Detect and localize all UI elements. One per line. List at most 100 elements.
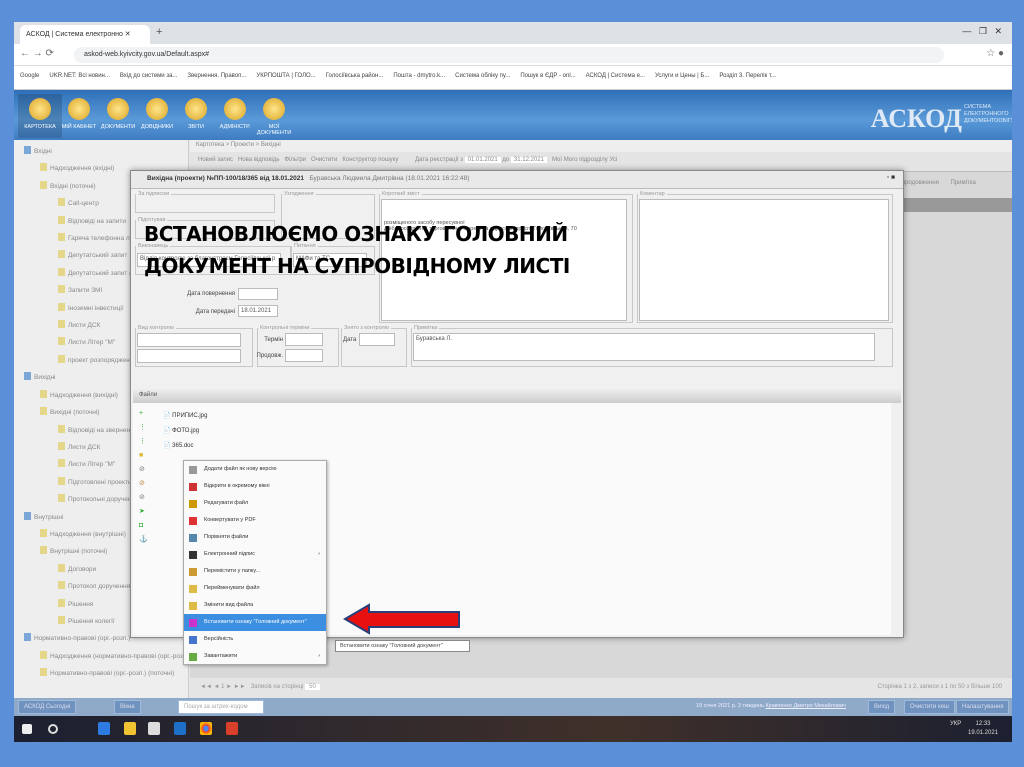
file-item[interactable]: 📄 365.doc xyxy=(163,439,207,454)
tray-lang[interactable]: УКР xyxy=(950,720,961,729)
exit-button[interactable]: Вихід xyxy=(868,700,896,714)
nav-button[interactable]: ДОКУМЕНТИ xyxy=(96,94,140,138)
note-textarea[interactable]: Буравська Л. xyxy=(413,333,875,361)
tray-clock[interactable]: 12:33 19.01.2021 xyxy=(968,720,998,738)
control-type-input[interactable] xyxy=(137,333,241,347)
context-menu-item[interactable]: Відкрити в окремому вікні xyxy=(184,478,326,495)
bookmark-item[interactable]: Звернення. Правоп... xyxy=(187,73,246,82)
windows-button[interactable]: Вікна xyxy=(114,700,141,714)
nav-button[interactable]: КАРТОТЕКА xyxy=(18,94,62,138)
bookmark-item[interactable]: Голосіївська район... xyxy=(326,73,384,82)
nav-button[interactable]: МОЇ ДОКУМЕНТИ xyxy=(252,94,296,138)
askod-today-button[interactable]: АСКОД Сьогодні xyxy=(18,700,77,714)
control-type-input-2[interactable] xyxy=(137,349,241,363)
folder-icon xyxy=(58,476,65,485)
context-menu-item[interactable]: Версійність xyxy=(184,631,326,648)
radio-my-department[interactable]: Мого підрозділу xyxy=(564,157,608,163)
bookmark-item[interactable]: УКРПОШТА | ГОЛО... xyxy=(256,73,315,82)
nav-button[interactable]: МІЙ КАБІНЕТ xyxy=(57,94,101,138)
file-toolbar-icons[interactable]: + ⋮ ⋮ ■ ⊘ ⊘ ⊘ ➤ ◘ ⚓ xyxy=(139,407,148,547)
bookmark-item[interactable]: Система обліку пу... xyxy=(455,73,510,82)
bookmark-item[interactable]: Вхід до системи за... xyxy=(120,73,178,82)
radio-mine[interactable]: Мої xyxy=(552,157,562,163)
file-item[interactable]: 📄 ФОТО.jpg xyxy=(163,424,207,439)
bookmark-item[interactable]: Пошта - dmytro.k... xyxy=(393,73,445,82)
term-input[interactable] xyxy=(285,333,323,346)
dialog-close-icon[interactable]: ▫ ■ xyxy=(887,174,895,181)
menu-item-icon xyxy=(189,551,197,559)
profile-icon[interactable]: ☆ ● xyxy=(986,48,1004,59)
nav-label: АДМІНІСТР. xyxy=(219,124,251,130)
chrome-icon[interactable] xyxy=(200,722,212,735)
new-reply-button[interactable]: Нова відповідь xyxy=(238,157,280,163)
new-tab-icon[interactable]: + xyxy=(156,26,162,38)
menu-item-label: Додати файл як нову версію xyxy=(204,466,277,472)
column-header[interactable]: Примітка xyxy=(951,180,976,186)
menu-item-label: Завантажити xyxy=(204,653,238,659)
bookmark-item[interactable]: Google xyxy=(20,73,39,82)
per-page-select[interactable]: 50 xyxy=(305,684,320,690)
extend-input[interactable] xyxy=(285,349,323,362)
nav-icon xyxy=(107,98,129,120)
context-menu-item[interactable]: Додати файл як нову версію xyxy=(184,461,326,478)
tree-item-label: Надходження (вихідні) xyxy=(50,391,118,399)
outlook-icon[interactable] xyxy=(174,722,186,735)
comment-textarea[interactable] xyxy=(639,199,889,321)
red-arrow-annotation xyxy=(343,603,460,635)
status-info: 19 січня 2021 р. 3 тиждень Кравченко Дми… xyxy=(696,703,846,709)
bookmark-item[interactable]: UKR.NET: Всі новин... xyxy=(49,73,110,82)
context-menu-item[interactable]: Перейменувати файл xyxy=(184,580,326,597)
file-explorer-icon[interactable] xyxy=(124,722,136,735)
start-icon[interactable] xyxy=(22,724,32,734)
new-record-button[interactable]: Новий запис xyxy=(198,157,233,163)
breadcrumb: Картотека > Проекти > Вихідні xyxy=(190,140,1012,152)
store-icon[interactable] xyxy=(148,722,160,735)
context-menu-item[interactable]: Електронний підпис › xyxy=(184,546,326,563)
tree-item[interactable]: Вхідні xyxy=(18,143,184,160)
user-link[interactable]: Кравченко Дмитро Михайлович xyxy=(765,703,845,709)
folder-icon xyxy=(58,494,65,503)
folder-icon xyxy=(40,650,47,659)
search-builder-button[interactable]: Конструктор пошуку xyxy=(342,157,398,163)
settings-button[interactable]: Налаштування xyxy=(956,700,1010,714)
page-number[interactable]: 1 xyxy=(221,684,224,690)
radio-all[interactable]: Усі xyxy=(609,157,617,163)
barcode-search-input[interactable]: Пошук за штрих-кодом xyxy=(178,700,264,714)
context-menu-item[interactable]: Завантажити › xyxy=(184,648,326,665)
powerpoint-icon[interactable] xyxy=(226,722,238,735)
removed-date-input[interactable] xyxy=(359,333,395,346)
tree-item[interactable]: Надходження (нормативно-правові (орг.-ро… xyxy=(18,648,184,665)
screenshot: АСКОД | Система електронно ✕ + — ❐ ✕ ← →… xyxy=(14,22,1012,742)
menu-item-label: Версійність xyxy=(204,636,234,642)
bookmark-item[interactable]: Пошук в ЄДР - onl... xyxy=(520,73,575,82)
transfer-date-input[interactable]: 18.01.2021 xyxy=(238,305,278,317)
date-to-input[interactable]: 31.12.2021 xyxy=(510,157,547,163)
return-date-input[interactable] xyxy=(238,288,278,300)
bookmark-item[interactable]: Розділ 3. Перелік т... xyxy=(719,73,776,82)
zoom-app-icon[interactable] xyxy=(98,722,110,735)
context-menu-item[interactable]: Редагувати файл xyxy=(184,495,326,512)
context-menu-item[interactable]: Конвертувати у PDF xyxy=(184,512,326,529)
search-icon[interactable] xyxy=(48,724,58,734)
clear-cache-button[interactable]: Очистити кеш xyxy=(904,700,955,714)
context-menu-item[interactable]: Порівняти файли xyxy=(184,529,326,546)
bookmark-item[interactable]: Услуги и Цены | Б... xyxy=(655,73,709,82)
nav-button[interactable]: АДМІНІСТР. xyxy=(213,94,257,138)
browser-tab[interactable]: АСКОД | Система електронно ✕ xyxy=(20,25,150,44)
bookmark-item[interactable]: АСКОД | Система е... xyxy=(586,73,645,82)
window-controls[interactable]: — ❐ ✕ xyxy=(962,26,1002,37)
tooltip: Встановити ознаку "Головний документ" xyxy=(335,640,470,652)
url-input[interactable]: askod-web.kyivcity.gov.ua/Default.aspx# xyxy=(74,47,944,63)
nav-icons[interactable]: ← → ⟳ xyxy=(20,48,54,59)
tree-item[interactable]: Нормативно-правові (орг.-розп.) (поточні… xyxy=(18,665,184,682)
filter-button[interactable]: Фільтри xyxy=(285,157,307,163)
tree-item-label: Протокольні доручення xyxy=(68,496,139,504)
date-from-input[interactable]: 01.01.2021 xyxy=(464,157,501,163)
clear-button[interactable]: Очистити xyxy=(311,157,337,163)
context-menu-item[interactable]: Змінити вид файла xyxy=(184,597,326,614)
nav-button[interactable]: ЗВІТИ xyxy=(174,94,218,138)
file-item[interactable]: 📄 ПРИПИС.jpg xyxy=(163,409,207,424)
nav-button[interactable]: ДОВІДНИКИ xyxy=(135,94,179,138)
context-menu-item[interactable]: Перемістити у папку... xyxy=(184,563,326,580)
context-menu-item[interactable]: Встановити ознаку "Головний документ" xyxy=(184,614,326,631)
